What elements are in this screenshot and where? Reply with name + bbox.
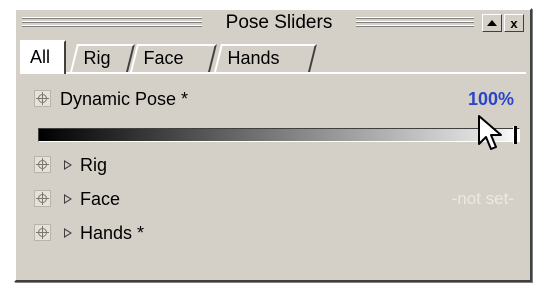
close-button[interactable]: x	[504, 14, 524, 32]
move-handle-icon[interactable]	[34, 224, 51, 241]
title-grip-left	[22, 17, 202, 28]
title-grip-right	[356, 17, 474, 28]
tab-face[interactable]: Face	[130, 44, 217, 72]
window-title: Pose Sliders	[225, 12, 333, 33]
hands-row[interactable]: Hands *	[26, 220, 520, 246]
minimize-button[interactable]	[482, 14, 502, 32]
dynamic-pose-row[interactable]: Dynamic Pose * 100%	[26, 86, 520, 112]
tab-label: Rig	[83, 48, 111, 68]
title-bar[interactable]: Pose Sliders x	[16, 10, 530, 36]
face-value: -not set-	[451, 189, 514, 208]
face-row[interactable]: Face -not set-	[26, 186, 520, 212]
dynamic-pose-value: 100%	[467, 89, 514, 109]
slider-handle[interactable]	[513, 126, 517, 144]
triangle-up-icon	[487, 20, 497, 26]
tab-label: Face	[143, 48, 184, 68]
expand-arrow-icon[interactable]	[64, 228, 72, 238]
hands-label: Hands *	[80, 223, 145, 243]
move-handle-icon[interactable]	[34, 156, 51, 173]
mouse-pointer-icon	[478, 115, 502, 150]
pose-sliders-window: Pose Sliders x Hands Face Rig All Dynami…	[14, 8, 532, 282]
expand-arrow-icon[interactable]	[64, 160, 72, 170]
tab-strip: Hands Face Rig All	[20, 40, 526, 74]
tab-rig[interactable]: Rig	[70, 44, 135, 72]
expand-arrow-icon[interactable]	[64, 194, 72, 204]
dynamic-pose-label: Dynamic Pose *	[60, 89, 189, 109]
rig-row[interactable]: Rig	[26, 152, 520, 178]
tab-label: All	[30, 47, 51, 67]
slider-fill	[39, 129, 519, 141]
move-handle-icon[interactable]	[34, 190, 51, 207]
sliders-panel: Dynamic Pose * 100% Rig Face -not set- H…	[20, 72, 526, 276]
dynamic-pose-slider[interactable]	[38, 126, 520, 144]
tab-label: Hands	[227, 48, 280, 68]
tab-all[interactable]: All	[20, 40, 66, 74]
move-handle-icon[interactable]	[34, 90, 51, 107]
rig-label: Rig	[80, 155, 108, 175]
tab-hands[interactable]: Hands	[214, 44, 317, 72]
face-label: Face	[80, 189, 121, 209]
